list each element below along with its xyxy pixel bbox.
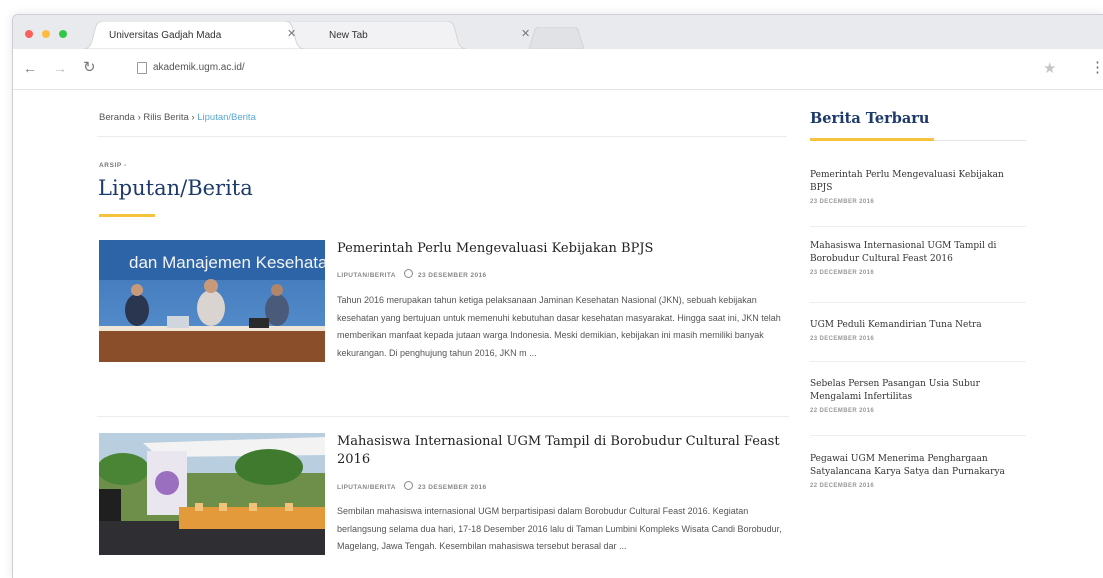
tab-universitas-gadjah-mada[interactable]: Universitas Gadjah Mada ✕ — [83, 21, 305, 49]
archive-kicker: ARSIP - — [99, 162, 127, 169]
close-tab-icon[interactable]: ✕ — [287, 29, 296, 40]
tab-title: Universitas Gadjah Mada — [109, 30, 222, 41]
sidebar-news-title[interactable]: UGM Peduli Kemandirian Tuna Netra — [810, 319, 1026, 332]
article-date: 23 DESEMBER 2016 — [418, 484, 487, 491]
clock-icon — [403, 269, 413, 278]
back-arrow-icon[interactable]: ← — [23, 61, 37, 75]
article-category[interactable]: LIPUTAN/BERITA — [337, 272, 396, 279]
sidebar-news-date: 23 DECEMBER 2016 — [810, 270, 875, 276]
star-icon[interactable]: ★ — [1043, 59, 1056, 77]
breadcrumb-section[interactable]: Rilis Berita — [143, 112, 188, 123]
article-excerpt: Sembilan mahasiswa internasional UGM ber… — [337, 506, 782, 551]
reload-icon[interactable]: ↻ — [83, 60, 96, 75]
divider — [810, 302, 1026, 303]
sidebar-news-item[interactable]: Pegawai UGM Menerima Penghargaan Satyala… — [810, 453, 1026, 489]
browser-toolbar: ← → ↻ akademik.ugm.ac.id/ ★ ⋮ — [13, 49, 1103, 90]
article-item: Mahasiswa Internasional UGM Tampil di Bo… — [99, 433, 789, 578]
sidebar-news-title[interactable]: Pemerintah Perlu Mengevaluasi Kebijakan … — [810, 169, 1026, 195]
article-title[interactable]: Mahasiswa Internasional UGM Tampil di Bo… — [337, 433, 787, 469]
thumbnail-banner-text: dan Manajemen Kesehata — [129, 253, 325, 272]
article-thumbnail[interactable] — [99, 433, 325, 555]
article-thumbnail[interactable]: dan Manajemen Kesehata — [99, 240, 325, 362]
browser-window: Universitas Gadjah Mada ✕ New Tab ✕ ← → … — [12, 14, 1103, 578]
sidebar-news-item[interactable]: UGM Peduli Kemandirian Tuna Netra 23 DEC… — [810, 319, 1026, 342]
minimize-window-button[interactable] — [42, 30, 50, 38]
sidebar-news-date: 22 DECEMBER 2016 — [810, 408, 875, 414]
sidebar-news-title[interactable]: Pegawai UGM Menerima Penghargaan Satyala… — [810, 453, 1026, 479]
kebab-menu-icon[interactable]: ⋮ — [1090, 60, 1103, 75]
page-content: Beranda › Rilis Berita › Liputan/Berita … — [13, 90, 1103, 578]
sidebar-news-item[interactable]: Pemerintah Perlu Mengevaluasi Kebijakan … — [810, 169, 1026, 205]
article-meta: LIPUTAN/BERITA 23 DESEMBER 2016 — [337, 481, 487, 491]
article-date: 23 DESEMBER 2016 — [418, 272, 487, 279]
forward-arrow-icon[interactable]: → — [53, 61, 67, 75]
breadcrumb-separator: › — [191, 112, 195, 123]
sidebar-news-date: 23 DECEMBER 2016 — [810, 199, 875, 205]
breadcrumb-separator: › — [137, 112, 141, 123]
article-item: dan Manajemen Kesehata Pemerintah Perlu … — [99, 240, 789, 400]
article-excerpt: Tahun 2016 merupakan tahun ketiga pelaks… — [337, 295, 781, 358]
sidebar-news-item[interactable]: Mahasiswa Internasional UGM Tampil di Bo… — [810, 240, 1026, 276]
divider — [810, 361, 1026, 362]
breadcrumb-home[interactable]: Beranda — [99, 112, 135, 123]
sidebar-news-date: 23 DECEMBER 2016 — [810, 336, 875, 342]
heading-accent-bar — [810, 138, 934, 141]
address-bar[interactable]: akademik.ugm.ac.id/ — [153, 62, 245, 73]
maximize-window-button[interactable] — [59, 30, 67, 38]
article-title[interactable]: Pemerintah Perlu Mengevaluasi Kebijakan … — [337, 240, 787, 258]
close-window-button[interactable] — [25, 30, 33, 38]
article-category[interactable]: LIPUTAN/BERITA — [337, 484, 396, 491]
clock-icon — [403, 481, 413, 490]
tab-title: New Tab — [329, 30, 368, 41]
sidebar-news-title[interactable]: Mahasiswa Internasional UGM Tampil di Bo… — [810, 240, 1026, 266]
article-meta: LIPUTAN/BERITA 23 DESEMBER 2016 — [337, 269, 487, 279]
sidebar-news-item[interactable]: Sebelas Persen Pasangan Usia Subur Menga… — [810, 378, 1026, 414]
title-accent-bar — [99, 214, 155, 217]
divider — [810, 435, 1026, 436]
sidebar-news-date: 22 DECEMBER 2016 — [810, 483, 875, 489]
sidebar-heading: Berita Terbaru — [810, 110, 930, 127]
divider — [97, 136, 787, 137]
page-title: Liputan/Berita — [98, 176, 253, 200]
breadcrumb: Beranda › Rilis Berita › Liputan/Berita — [99, 112, 256, 123]
divider — [810, 226, 1026, 227]
page-icon — [137, 62, 147, 74]
tab-bar: Universitas Gadjah Mada ✕ New Tab ✕ — [13, 15, 1103, 49]
sidebar-news-title[interactable]: Sebelas Persen Pasangan Usia Subur Menga… — [810, 378, 1026, 404]
breadcrumb-current: Liputan/Berita — [197, 112, 256, 123]
new-tab-button[interactable] — [529, 27, 587, 49]
divider — [97, 416, 789, 417]
